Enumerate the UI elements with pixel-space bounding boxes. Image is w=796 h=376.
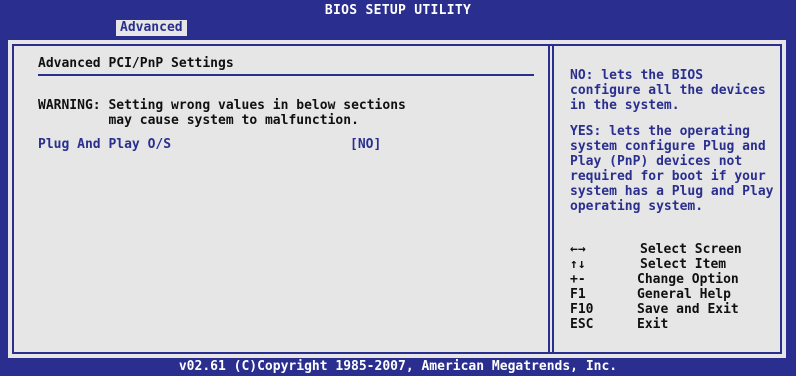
- section-divider: [38, 74, 534, 76]
- warning-line-2: may cause system to malfunction.: [38, 113, 359, 128]
- key-row-save-exit: F10 Save and Exit: [570, 302, 790, 317]
- key-desc: Select Item: [640, 257, 727, 272]
- key-legend: ←→ Select Screen ↑↓ Select Item +- Chang…: [570, 242, 790, 332]
- key-desc: Select Screen: [640, 242, 742, 257]
- f10-key: F10: [570, 302, 594, 317]
- option-label: Plug And Play O/S: [38, 137, 172, 152]
- bios-title: BIOS SETUP UTILITY: [324, 3, 472, 18]
- tab-advanced[interactable]: Advanced: [116, 20, 187, 36]
- key-row-exit: ESC Exit: [570, 317, 790, 332]
- option-plug-and-play-os[interactable]: Plug And Play O/S [NO]: [38, 137, 498, 153]
- title-bar: BIOS SETUP UTILITY Advanced: [0, 0, 796, 36]
- copyright-footer: v02.61 (C)Copyright 1985-2007, American …: [178, 359, 618, 374]
- key-desc: General Help: [637, 287, 731, 302]
- section-title: Advanced PCI/PnP Settings: [38, 56, 234, 71]
- plus-minus-key: +-: [570, 272, 586, 287]
- f1-key: F1: [570, 287, 586, 302]
- key-desc: Exit: [637, 317, 669, 332]
- warning-text: WARNING: Setting wrong values in below s…: [38, 98, 406, 128]
- key-row-general-help: F1 General Help: [570, 287, 790, 302]
- up-down-arrows-icon: ↑↓: [570, 257, 586, 272]
- key-desc: Save and Exit: [637, 302, 739, 317]
- left-right-arrows-icon: ←→: [570, 242, 586, 257]
- inner-border: Advanced PCI/PnP Settings WARNING: Setti…: [12, 44, 782, 354]
- key-row-change-option: +- Change Option: [570, 272, 790, 287]
- warning-line-1: WARNING: Setting wrong values in below s…: [38, 98, 406, 113]
- settings-pane: Advanced PCI/PnP Settings WARNING: Setti…: [14, 46, 546, 352]
- key-desc: Change Option: [637, 272, 739, 287]
- help-pane: NO: lets the BIOS configure all the devi…: [560, 46, 780, 352]
- help-text-yes: YES: lets the operating system configure…: [570, 124, 774, 214]
- main-frame: Advanced PCI/PnP Settings WARNING: Setti…: [6, 38, 788, 360]
- option-value[interactable]: [NO]: [350, 137, 381, 152]
- help-text-no: NO: lets the BIOS configure all the devi…: [570, 68, 766, 113]
- pane-divider: [548, 46, 554, 352]
- key-row-select-item: ↑↓ Select Item: [570, 257, 790, 272]
- esc-key: ESC: [570, 317, 594, 332]
- key-row-select-screen: ←→ Select Screen: [570, 242, 790, 257]
